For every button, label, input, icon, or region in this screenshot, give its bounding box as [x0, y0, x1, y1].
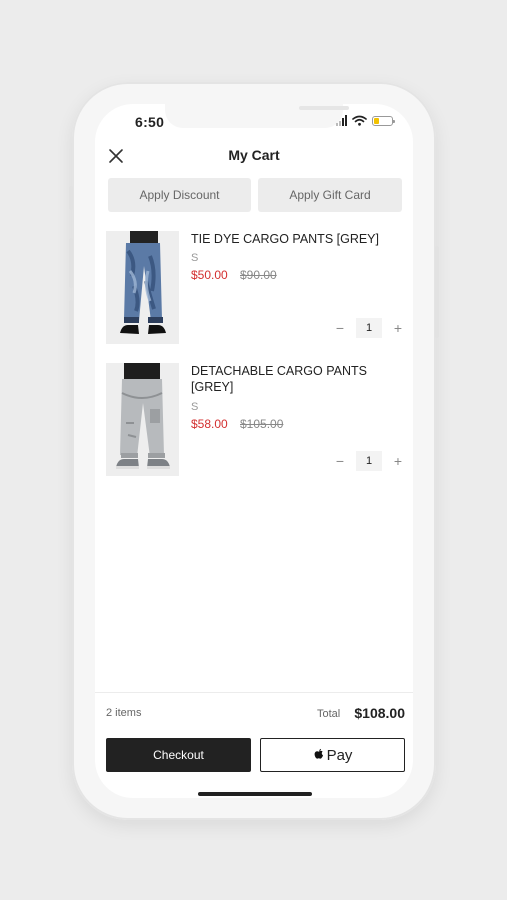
product-name[interactable]: TIE DYE CARGO PANTS [GREY] — [191, 231, 396, 247]
speaker — [299, 106, 349, 110]
apply-gift-card-button[interactable]: Apply Gift Card — [258, 178, 402, 212]
power-button — [435, 246, 439, 338]
total-label: Total — [317, 708, 341, 720]
product-image[interactable] — [106, 231, 179, 344]
apply-discount-button[interactable]: Apply Discount — [108, 178, 251, 212]
sale-price: $50.00 — [191, 268, 228, 282]
sale-price: $58.00 — [191, 417, 228, 431]
decrease-quantity-button[interactable]: − — [328, 451, 352, 471]
volume-down-button — [69, 300, 73, 350]
cart-item: DETACHABLE CARGO PANTS [GREY] S $58.00 $… — [106, 363, 406, 476]
original-price: $105.00 — [240, 417, 284, 431]
home-indicator[interactable] — [198, 792, 312, 796]
apple-pay-button[interactable]: Pay — [260, 738, 405, 772]
phone-screen: 6:50 My Cart Apply Discount Apply Gift C… — [95, 104, 413, 798]
items-count: 2 items — [106, 707, 142, 719]
footer-divider — [95, 692, 413, 693]
mute-switch — [69, 186, 73, 210]
original-price: $90.00 — [240, 268, 277, 282]
page-title: My Cart — [228, 147, 280, 163]
quantity-value: 1 — [356, 318, 382, 338]
wifi-icon — [352, 115, 367, 126]
status-icons — [336, 115, 395, 126]
decrease-quantity-button[interactable]: − — [328, 318, 352, 338]
product-image[interactable] — [106, 363, 179, 476]
battery-icon — [372, 115, 395, 126]
status-time: 6:50 — [135, 114, 165, 130]
apple-pay-label: Pay — [326, 746, 353, 764]
cellular-signal-icon — [336, 115, 347, 126]
increase-quantity-button[interactable]: + — [386, 318, 410, 338]
quantity-stepper: − 1 + — [328, 451, 410, 471]
product-name[interactable]: DETACHABLE CARGO PANTS [GREY] — [191, 363, 396, 395]
total-value: $108.00 — [354, 705, 405, 721]
cart-item: TIE DYE CARGO PANTS [GREY] S $50.00 $90.… — [106, 231, 406, 344]
volume-up-button — [69, 238, 73, 288]
notch — [165, 104, 349, 128]
increase-quantity-button[interactable]: + — [386, 451, 410, 471]
product-size: S — [191, 252, 199, 264]
checkout-button[interactable]: Checkout — [106, 738, 251, 772]
quantity-value: 1 — [356, 451, 382, 471]
apple-logo-icon — [314, 748, 323, 759]
quantity-stepper: − 1 + — [328, 318, 410, 338]
product-size: S — [191, 401, 199, 413]
